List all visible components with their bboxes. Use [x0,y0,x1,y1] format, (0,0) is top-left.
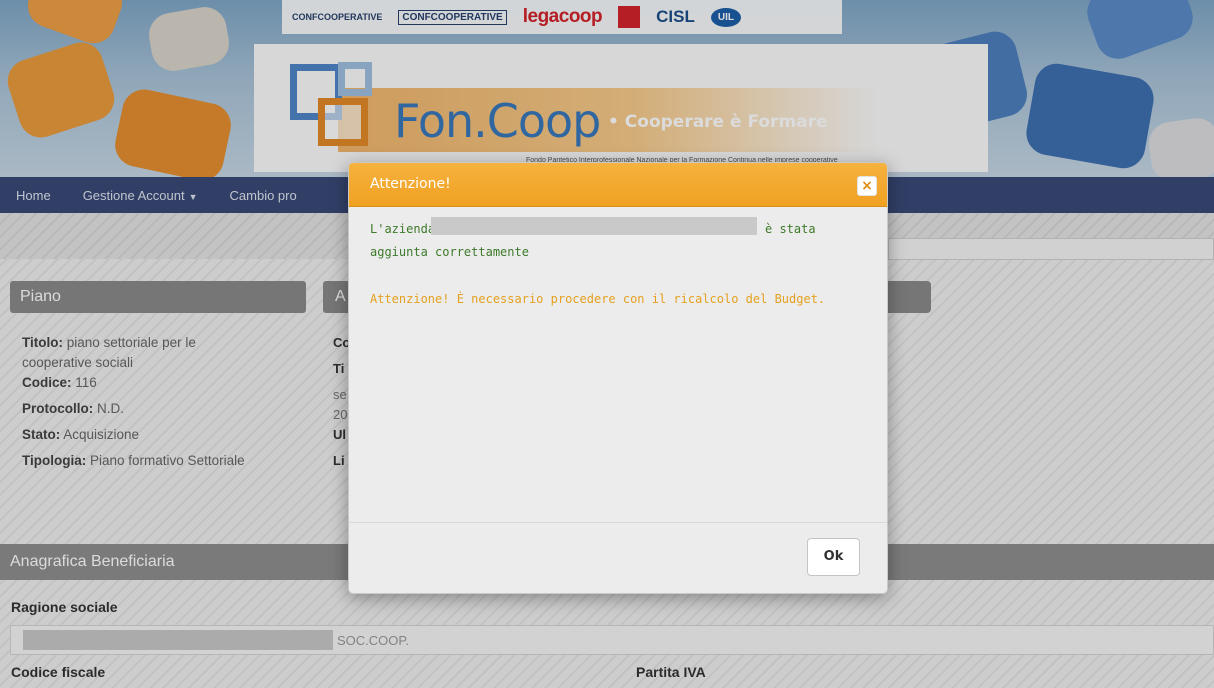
success-message-prefix: L'azienda [370,222,436,236]
dialog-title: Attenzione! [370,176,451,192]
ok-button[interactable]: Ok [807,538,860,576]
attention-dialog: Attenzione! × L'azienda è stata aggiunta… [348,162,888,594]
success-message-suffix: è stata [765,222,816,236]
dialog-header: Attenzione! × [349,163,887,207]
close-icon[interactable]: × [857,176,877,196]
dialog-footer-divider [349,522,887,523]
success-message-line2: aggiunta correttamente [370,245,529,259]
redacted-company-name [431,217,757,235]
budget-warning-message: Attenzione! È necessario procedere con i… [370,292,826,306]
